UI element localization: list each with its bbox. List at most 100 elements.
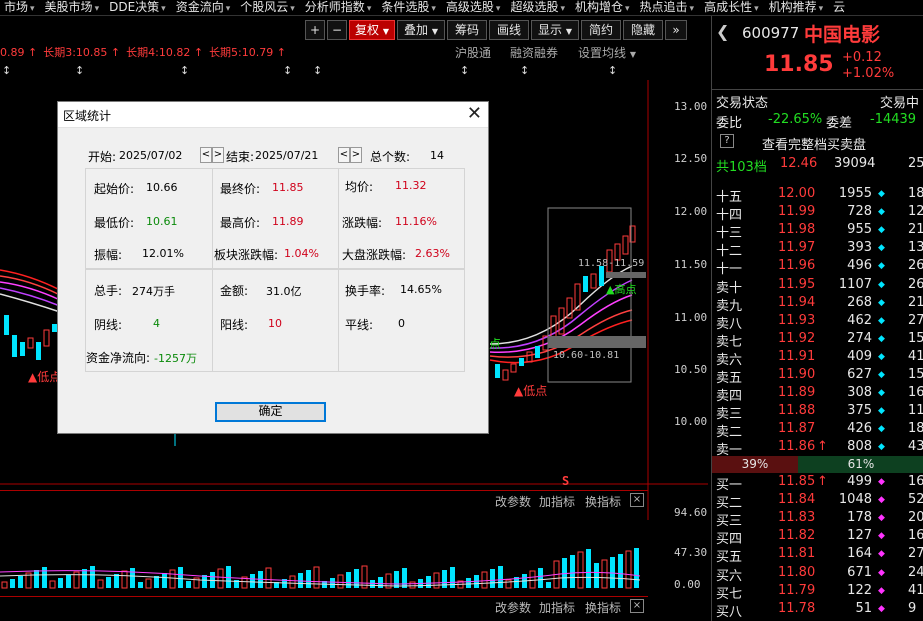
menu-item[interactable]: 个股风云 ▾ (236, 0, 301, 15)
full-book-link[interactable]: 查看完整档买卖盘 (762, 134, 866, 153)
level-price: 11.87 (778, 421, 816, 437)
ask-level-row[interactable]: 卖九 11.94 268 ◆ 21 (712, 295, 923, 314)
menu-item[interactable]: 资金流向 ▾ (172, 0, 237, 15)
close-icon[interactable]: × (630, 599, 644, 613)
ask-level-row[interactable]: 卖八 11.93 462 ◆ 27 (712, 313, 923, 332)
menu-item[interactable]: 分析师指数 ▾ (301, 0, 378, 15)
yincang-button[interactable]: 隐藏 (623, 20, 663, 40)
bid-level-row[interactable]: 买六 11.80 671 ◆ 24 (712, 565, 923, 584)
ma-arrow-markers: ↕ ↕ ↕ ↕ ↕ ↕ ↕ ↕ (2, 64, 617, 77)
bid-level-row[interactable]: 买一 11.85 499 ◆ 166 ↑ (712, 474, 923, 493)
chevron-down-icon: ▼ (629, 50, 636, 59)
bid-level-row[interactable]: 买四 11.82 127 ◆ 16 (712, 528, 923, 547)
change-params-button[interactable]: 改参数 (495, 493, 531, 510)
bid-level-row[interactable]: 买五 11.81 164 ◆ 27 (712, 546, 923, 566)
ask-level-row[interactable]: 卖七 11.92 274 ◆ 15 (712, 330, 923, 350)
menu-item[interactable]: 机构推荐 ▾ (765, 0, 830, 15)
bid-level-row[interactable]: 买七 11.79 122 ◆ 41 (712, 583, 923, 602)
chevron-down-icon: ▾ (689, 4, 695, 14)
ask-level-row[interactable]: 十三 11.98 955 ◆ 21 (712, 222, 923, 242)
menu-item[interactable]: 云 (829, 0, 851, 15)
level-label: 买一 (716, 478, 743, 493)
menu-item-label: 条件选股 (381, 0, 430, 14)
level-price: 11.97 (778, 240, 816, 256)
ask-level-row[interactable]: 卖三 11.88 375 ◆ 11 (712, 403, 923, 422)
help-icon[interactable]: ? (720, 134, 734, 148)
market-label: 大盘涨跌幅: (342, 248, 407, 262)
level-marker-icon: ◆ (878, 513, 885, 524)
menu-item[interactable]: 条件选股 ▾ (377, 0, 442, 15)
level-label: 卖九 (716, 298, 743, 314)
ask-level-row[interactable]: 十四 11.99 728 ◆ 12 (712, 204, 923, 223)
switch-indicator-button[interactable]: 换指标 (585, 599, 621, 616)
menu-item[interactable]: 美股市场 ▾ (41, 0, 106, 15)
close-icon[interactable]: × (630, 493, 644, 507)
menu-item[interactable]: 热点追击 ▾ (636, 0, 701, 15)
diejia-button[interactable]: 叠加 ▼ (397, 20, 445, 40)
fuquan-button[interactable]: 复权 ▼ (349, 20, 395, 40)
chevron-down-icon: ▾ (560, 4, 565, 14)
ask-level-row[interactable]: 十一 11.96 496 ◆ 26 (712, 258, 923, 277)
level-price: 11.81 (778, 546, 816, 562)
ask-level-row[interactable]: 十五 12.00 1955 ◆ 18 (712, 186, 923, 205)
ask-level-row[interactable]: 卖四 11.89 308 ◆ 16 (712, 385, 923, 404)
back-chevron-icon[interactable]: ❮ (716, 22, 729, 41)
sell-ratio: 39% (712, 456, 798, 473)
ok-button[interactable]: 确定 (215, 402, 326, 422)
bid-level-row[interactable]: 买八 11.78 51 ◆ 9 (712, 601, 923, 620)
marker-arrow: ↕ (313, 64, 322, 77)
menu-item[interactable]: 高级选股 ▾ (442, 0, 507, 15)
menu-item[interactable]: DDE决策 ▾ (105, 0, 172, 15)
total-label: 共103档 (716, 160, 767, 175)
level-label: 买五 (716, 550, 743, 566)
ask-level-row[interactable]: 卖十 11.95 1107 ◆ 26 (712, 277, 923, 296)
menu-item[interactable]: 市场 ▾ (0, 0, 41, 15)
ask-level-row[interactable]: 卖一 11.86 808 ◆ 43 ↑ (712, 439, 923, 458)
level-price: 12.00 (778, 186, 816, 201)
ma-range-label: 10.60-10.81 (553, 350, 620, 361)
add-indicator-button[interactable]: 加指标 (539, 493, 575, 510)
more-button[interactable]: » (665, 20, 687, 40)
change-params-button[interactable]: 改参数 (495, 599, 531, 616)
bid-level-row[interactable]: 买三 11.83 178 ◆ 20 (712, 510, 923, 529)
volume-bar (601, 559, 608, 589)
menu-item[interactable]: 高成长性 ▾ (700, 0, 765, 15)
zoom-in-button[interactable]: + (305, 20, 325, 40)
zoom-out-button[interactable]: − (327, 20, 347, 40)
end-prev-button[interactable]: < (338, 147, 350, 163)
level-label: 卖八 (716, 316, 743, 332)
start-prev-button[interactable]: < (200, 147, 212, 163)
menu-item-label: 资金流向 (175, 0, 224, 14)
xianshi-button[interactable]: 显示 ▼ (531, 20, 579, 40)
chouma-button[interactable]: 筹码 (447, 20, 487, 40)
menu-item[interactable]: 超级选股 ▾ (506, 0, 571, 15)
volume-bar (538, 568, 543, 588)
add-indicator-button[interactable]: 加指标 (539, 599, 575, 616)
volume-bar (1, 581, 8, 589)
menu-item[interactable]: 机构增仓 ▾ (571, 0, 636, 15)
full-book-row[interactable]: ? 查看完整档买卖盘 (712, 134, 923, 153)
volume-bar (34, 570, 39, 588)
final-label: 最终价: (220, 182, 261, 196)
ma-settings-link[interactable]: 设置均线 ▼ (578, 44, 636, 61)
ask-level-row[interactable]: 卖五 11.90 627 ◆ 15 (712, 367, 923, 386)
volume-bar (498, 566, 503, 588)
close-icon[interactable]: ✕ (467, 104, 482, 124)
level-volume: 274 (847, 330, 872, 346)
volume-bar (49, 580, 56, 589)
level-label: 十三 (716, 226, 743, 242)
jianyue-button[interactable]: 简约 (581, 20, 621, 40)
huaxian-button[interactable]: 画线 (489, 20, 529, 40)
bid-level-row[interactable]: 买二 11.84 1048 ◆ 52 (712, 492, 923, 511)
rongzi-link[interactable]: 融资融券 (510, 44, 558, 61)
ask-level-row[interactable]: 卖六 11.91 409 ◆ 41 (712, 349, 923, 368)
start-next-button[interactable]: > (212, 147, 224, 163)
end-next-button[interactable]: > (350, 147, 362, 163)
menu-item-label: 机构增仓 (574, 0, 623, 14)
switch-indicator-button[interactable]: 换指标 (585, 493, 621, 510)
total-extra: 25 (908, 156, 923, 171)
hugutong-link[interactable]: 沪股通 (455, 44, 491, 61)
ask-level-row[interactable]: 卖二 11.87 426 ◆ 18 (712, 421, 923, 440)
flat-candle-value: 0 (398, 317, 405, 330)
ask-level-row[interactable]: 十二 11.97 393 ◆ 13 (712, 240, 923, 259)
